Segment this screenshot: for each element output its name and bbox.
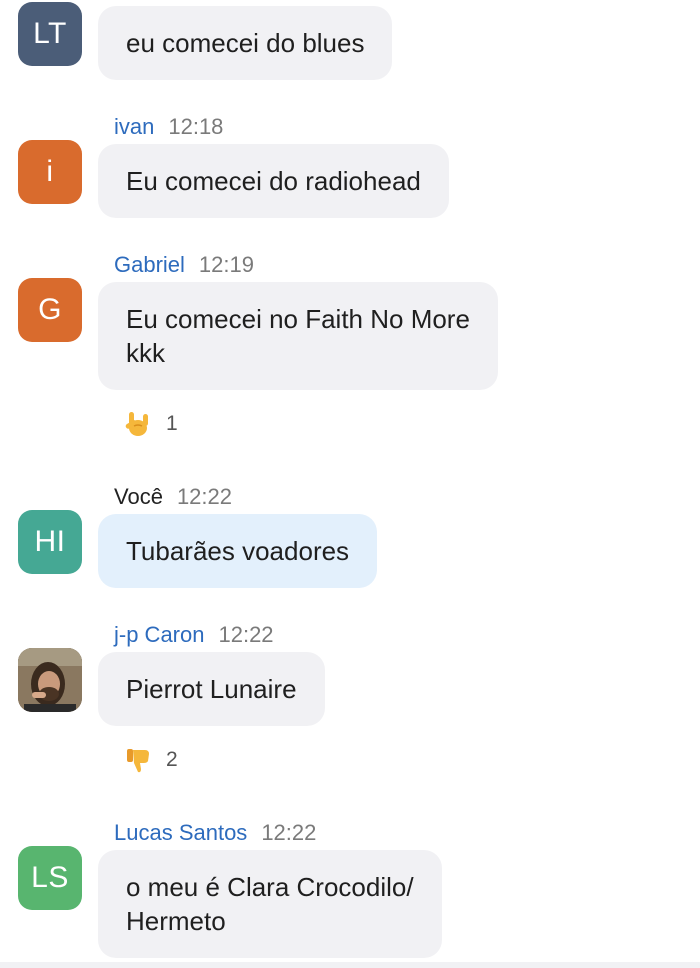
sender-name[interactable]: Gabriel — [114, 252, 185, 277]
user-photo-icon — [18, 648, 82, 712]
reaction-count: 1 — [166, 412, 178, 435]
message-bubble[interactable]: eu comecei do blues — [98, 6, 393, 80]
message-header: ivan 12:18 — [114, 114, 223, 140]
bottom-divider — [0, 962, 700, 968]
avatar[interactable]: G — [18, 278, 82, 342]
avatar[interactable] — [18, 648, 82, 712]
reaction-chip[interactable]: 2 — [124, 746, 178, 774]
message-time: 12:18 — [168, 114, 224, 139]
avatar[interactable]: LS — [18, 846, 82, 910]
message-text: Hermeto — [126, 906, 226, 936]
avatar[interactable]: LT — [18, 2, 82, 66]
message-text: kkk — [126, 338, 165, 368]
message-bubble[interactable]: o meu é Clara Crocodilo/ Hermeto — [98, 850, 442, 958]
message-header: j-p Caron 12:22 — [114, 622, 274, 648]
message-header: Lucas Santos 12:22 — [114, 820, 316, 846]
reaction-chip[interactable]: 1 — [124, 410, 178, 438]
message-text: o meu é Clara Crocodilo/ — [126, 872, 414, 902]
message-text: Eu comecei do radiohead — [126, 166, 421, 196]
message-text: Tubarães voadores — [126, 536, 350, 566]
love-you-gesture-icon — [124, 410, 152, 438]
message-time: 12:22 — [218, 622, 274, 647]
message-time: 12:22 — [176, 484, 232, 509]
message-text: Eu comecei no Faith No More — [126, 304, 470, 334]
message-time: 12:19 — [198, 252, 254, 277]
sender-name[interactable]: j-p Caron — [114, 622, 204, 647]
avatar[interactable]: i — [18, 140, 82, 204]
message-bubble[interactable]: Eu comecei no Faith No More kkk — [98, 282, 498, 390]
message-header: Gabriel 12:19 — [114, 252, 254, 278]
message-time: 12:22 — [261, 820, 317, 845]
message-bubble[interactable]: Pierrot Lunaire — [98, 652, 325, 726]
message-header: Você 12:22 — [114, 484, 232, 510]
sender-name[interactable]: ivan — [114, 114, 154, 139]
sender-name: Você — [114, 484, 163, 509]
message-bubble[interactable]: Eu comecei do radiohead — [98, 144, 449, 218]
avatar[interactable]: HI — [18, 510, 82, 574]
reaction-count: 2 — [166, 748, 178, 771]
sender-name[interactable]: Lucas Santos — [114, 820, 247, 845]
message-text: eu comecei do blues — [126, 28, 365, 58]
message-text: Pierrot Lunaire — [126, 674, 297, 704]
message-bubble[interactable]: Tubarães voadores — [98, 514, 378, 588]
thumbs-down-icon — [124, 746, 152, 774]
